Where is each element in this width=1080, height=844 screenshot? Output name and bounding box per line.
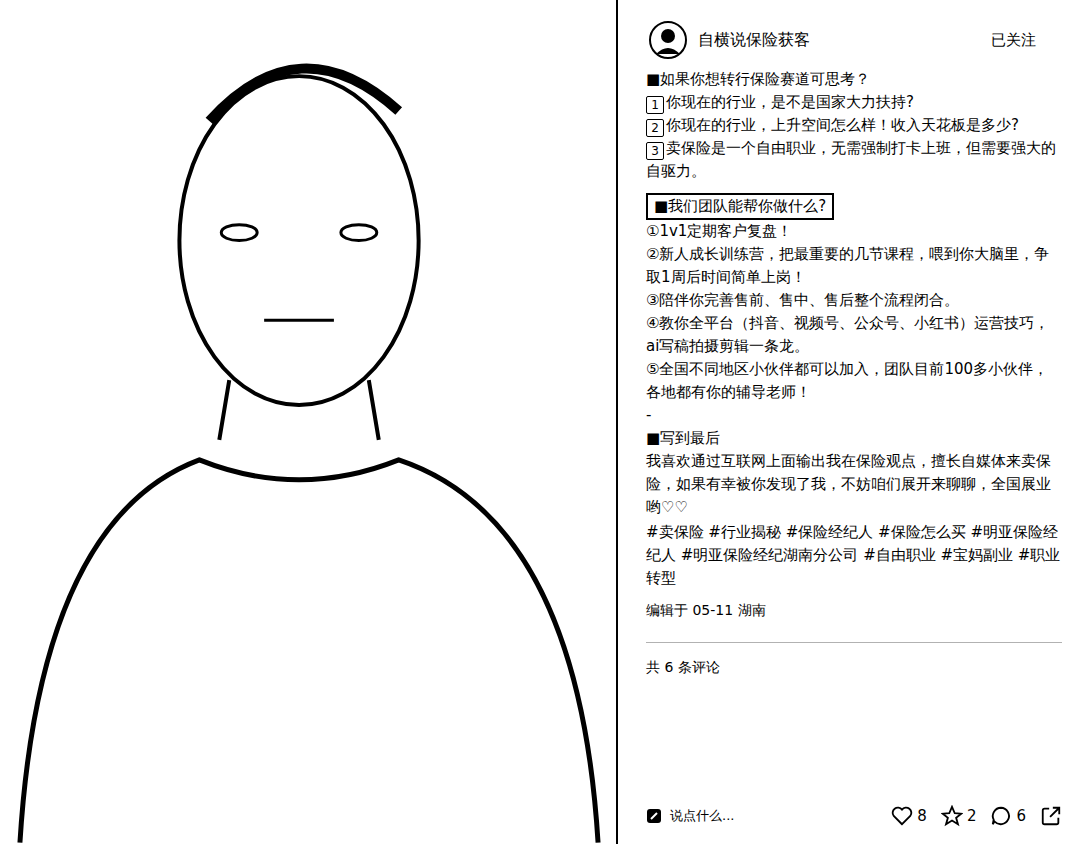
pen-icon bbox=[646, 808, 662, 824]
post-header: 自横说保险获客 已关注 bbox=[618, 0, 1080, 68]
team-item: ③陪伴你完善售前、售中、售后整个流程闭合。 bbox=[646, 289, 1062, 312]
tag-link[interactable]: #自由职业 bbox=[863, 546, 936, 564]
follow-button[interactable]: 已关注 bbox=[971, 27, 1056, 54]
closing-heading: ■写到最后 bbox=[646, 427, 1062, 450]
team-heading: ■我们团队能帮你做什么? bbox=[646, 193, 834, 220]
share-icon bbox=[1040, 805, 1062, 827]
star-button[interactable]: 2 bbox=[941, 805, 977, 827]
star-icon bbox=[941, 805, 963, 827]
post-panel: 自横说保险获客 已关注 ■如果你想转行保险赛道可思考？ 1你现在的行业，是不是国… bbox=[618, 0, 1080, 844]
question-item: 1你现在的行业，是不是国家大力扶持? bbox=[646, 91, 1062, 114]
team-item: ④教你全平台（抖音、视频号、公众号、小红书）运营技巧，ai写稿拍摄剪辑一条龙。 bbox=[646, 312, 1062, 358]
like-button[interactable]: 8 bbox=[891, 805, 927, 827]
comment-button[interactable]: 6 bbox=[990, 805, 1026, 827]
tag-link[interactable]: #明亚保险经纪湖南分公司 bbox=[681, 546, 859, 564]
divider-text: - bbox=[646, 404, 1062, 427]
team-item: ①1v1定期客户复盘！ bbox=[646, 220, 1062, 243]
tag-link[interactable]: #宝妈副业 bbox=[941, 546, 1014, 564]
post-page: 自横说保险获客 已关注 ■如果你想转行保险赛道可思考？ 1你现在的行业，是不是国… bbox=[0, 0, 1080, 844]
comment-icon bbox=[990, 805, 1012, 827]
number-badge: 2 bbox=[646, 119, 664, 137]
comment-input[interactable]: 说点什么... bbox=[646, 802, 877, 830]
separator bbox=[646, 642, 1062, 643]
action-bar: 说点什么... 8 2 6 bbox=[618, 792, 1080, 844]
share-button[interactable] bbox=[1040, 805, 1062, 827]
cover-photo bbox=[0, 0, 618, 844]
avatar-icon[interactable] bbox=[648, 20, 688, 60]
tag-link[interactable]: #保险怎么买 bbox=[878, 523, 966, 541]
intro-heading: ■如果你想转行保险赛道可思考？ bbox=[646, 68, 1062, 91]
question-item: 3卖保险是一个自由职业，无需强制打卡上班，但需要强大的自驱力。 bbox=[646, 137, 1062, 183]
tag-list: #卖保险 #行业揭秘 #保险经纪人 #保险怎么买 #明亚保险经纪人 #明亚保险经… bbox=[646, 521, 1062, 590]
closing-text: 我喜欢通过互联网上面输出我在保险观点，擅长自媒体来卖保险，如果有幸被你发现了我，… bbox=[646, 450, 1062, 519]
tag-link[interactable]: #卖保险 bbox=[646, 523, 704, 541]
team-item: ②新人成长训练营，把最重要的几节课程，喂到你大脑里，争取1周后时间简单上岗！ bbox=[646, 243, 1062, 289]
number-badge: 1 bbox=[646, 96, 664, 114]
team-item: ⑤全国不同地区小伙伴都可以加入，团队目前100多小伙伴，各地都有你的辅导老师！ bbox=[646, 358, 1062, 404]
author-name[interactable]: 自横说保险获客 bbox=[698, 30, 961, 51]
person-icon bbox=[0, 0, 616, 844]
edit-meta: 编辑于 05-11 湖南 bbox=[646, 600, 1062, 620]
comment-count: 共 6 条评论 bbox=[646, 657, 1062, 677]
number-badge: 3 bbox=[646, 142, 664, 160]
tag-link[interactable]: #保险经纪人 bbox=[786, 523, 874, 541]
tag-link[interactable]: #行业揭秘 bbox=[708, 523, 781, 541]
post-content: ■如果你想转行保险赛道可思考？ 1你现在的行业，是不是国家大力扶持?2你现在的行… bbox=[618, 68, 1080, 677]
heart-icon bbox=[891, 805, 913, 827]
question-item: 2你现在的行业，上升空间怎么样！收入天花板是多少? bbox=[646, 114, 1062, 137]
